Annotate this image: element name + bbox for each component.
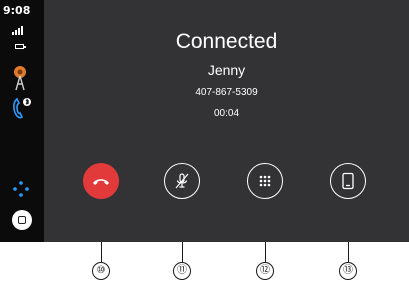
phone-number: 407-867-5309 (195, 87, 258, 98)
callout-12: ⑫ (256, 262, 274, 280)
phone-handset-audio-icon (342, 172, 354, 190)
battery-icon (15, 44, 26, 49)
callout-line (348, 242, 349, 262)
keypad-button[interactable] (247, 163, 283, 199)
end-call-button[interactable] (83, 163, 119, 199)
status-time: 9:08 (3, 4, 31, 17)
app-grid-icon[interactable] (12, 180, 30, 198)
sidebar: 9:08 (0, 0, 44, 242)
callout-line (101, 242, 102, 262)
home-icon[interactable] (12, 210, 32, 230)
mute-microphone-icon (175, 173, 189, 189)
podcast-app-icon[interactable] (13, 65, 27, 91)
callout-line (182, 242, 183, 262)
callout-11: ⑪ (173, 262, 191, 280)
signal-icon (12, 26, 26, 35)
audio-source-button[interactable] (330, 163, 366, 199)
mute-button[interactable] (164, 163, 200, 199)
call-duration: 00:04 (213, 108, 240, 119)
hang-up-icon (93, 179, 109, 185)
phone-app-icon[interactable] (10, 94, 34, 122)
contact-name: Jenny (207, 62, 246, 78)
carplay-screen: 9:08 Connected Jenny 407-867-5309 00:04 (0, 0, 409, 242)
keypad-icon (259, 175, 271, 187)
call-status: Connected (175, 30, 278, 53)
callout-13: ⑬ (339, 262, 357, 280)
callout-line (265, 242, 266, 262)
callout-10: ⑩ (92, 262, 110, 280)
